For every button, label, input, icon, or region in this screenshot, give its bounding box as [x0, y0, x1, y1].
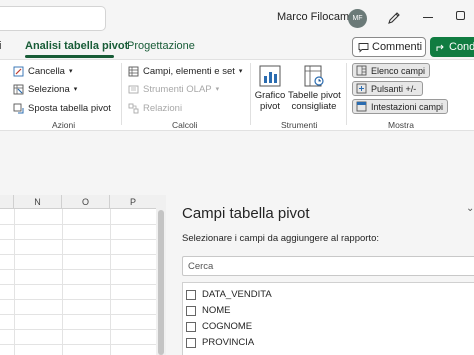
pivot-chart-label-1: Grafico	[254, 90, 286, 101]
chevron-down-icon: ▾	[238, 68, 243, 75]
pane-title: Campi tabella pivot	[182, 205, 310, 222]
select-button[interactable]: Seleziona ▾	[13, 82, 77, 96]
move-table-icon	[13, 103, 24, 114]
field-item[interactable]: NOME	[186, 305, 231, 316]
select-table-icon	[13, 84, 24, 95]
fields-items-sets-button[interactable]: Campi, elementi e set ▾	[128, 64, 242, 78]
tab-design[interactable]: Progettazione	[127, 40, 195, 52]
move-pivot-label: Sposta tabella pivot	[28, 102, 111, 114]
chevron-down-icon: ▾	[215, 86, 220, 93]
plus-minus-icon	[356, 83, 367, 94]
gridline	[0, 344, 156, 345]
fields-items-sets-label: Campi, elementi e set	[143, 65, 235, 77]
scrollbar-thumb[interactable]	[158, 210, 164, 355]
restore-button[interactable]	[456, 11, 465, 20]
field-label: NOME	[202, 305, 231, 316]
olap-tools-label: Strumenti OLAP	[143, 83, 212, 95]
pivot-chart-icon[interactable]	[258, 64, 282, 88]
chevron-down-icon[interactable]: ⌄	[466, 203, 474, 214]
pivot-chart-label-2: pivot	[259, 101, 281, 112]
user-name: Marco Filocamo	[277, 11, 356, 23]
select-label: Seleziona	[28, 83, 70, 95]
clear-label: Cancella	[28, 65, 65, 77]
field-headers-icon	[356, 101, 367, 112]
tab-pivot-analyze[interactable]: Analisi tabella pivot	[25, 40, 128, 52]
relations-button[interactable]: Relazioni	[128, 101, 182, 115]
field-checkbox[interactable]	[186, 289, 196, 300]
move-pivot-button[interactable]: Sposta tabella pivot	[13, 101, 111, 115]
group-label-tools: Strumenti	[281, 120, 318, 130]
gridline	[0, 299, 156, 300]
comments-label: Commenti	[372, 41, 423, 53]
field-headers-label: Intestazioni campi	[371, 101, 444, 112]
fields-icon	[128, 66, 139, 77]
minimize-button[interactable]	[423, 17, 433, 18]
pane-subtitle: Selezionare i campi da aggiungere al rap…	[182, 233, 379, 244]
field-label: PROVINCIA	[202, 337, 255, 348]
field-list-icon	[356, 65, 367, 76]
share-label: Cond	[449, 41, 474, 53]
active-tab-indicator	[25, 55, 114, 58]
gridline	[0, 254, 156, 255]
field-list-toggle[interactable]: Elenco campi	[352, 63, 430, 78]
recommended-label-1: Tabelle pivot	[288, 90, 341, 101]
ribbon-separator	[346, 63, 347, 125]
gridline	[14, 209, 15, 355]
gridline	[0, 329, 156, 330]
group-label-calculations: Calcoli	[172, 120, 198, 130]
gridline	[0, 284, 156, 285]
chevron-down-icon: ▾	[73, 86, 78, 93]
olap-tools-button[interactable]: Strumenti OLAP ▾	[128, 82, 219, 96]
field-label: DATA_VENDITA	[202, 289, 272, 300]
field-label: COGNOME	[202, 321, 253, 332]
share-icon	[435, 42, 446, 53]
field-item[interactable]: PROVINCIA	[186, 337, 254, 348]
comments-button[interactable]: Commenti	[352, 37, 426, 57]
gridline	[0, 314, 156, 315]
chevron-down-icon: ▾	[68, 68, 73, 75]
field-checkbox[interactable]	[186, 321, 196, 332]
gridline	[62, 209, 63, 355]
recommended-label-2: consigliate	[291, 101, 337, 112]
gridline	[0, 269, 156, 270]
group-label-show: Mostra	[388, 120, 414, 130]
field-checkbox[interactable]	[186, 337, 196, 348]
formula-area	[0, 131, 474, 157]
pen-icon[interactable]	[385, 9, 403, 27]
field-search-input[interactable]: Cerca	[182, 256, 474, 276]
clear-button[interactable]: Cancella ▾	[13, 64, 72, 78]
ribbon-separator	[121, 63, 122, 125]
eraser-icon	[13, 66, 24, 77]
relations-label: Relazioni	[143, 102, 183, 114]
comment-icon	[358, 42, 369, 53]
recommended-pivot-icon[interactable]	[302, 64, 326, 88]
field-checkbox[interactable]	[186, 305, 196, 316]
column-header-p[interactable]: P	[110, 195, 156, 209]
relations-icon	[128, 103, 139, 114]
field-headers-toggle[interactable]: Intestazioni campi	[352, 99, 448, 114]
gridline	[0, 239, 156, 240]
gridline	[110, 209, 111, 355]
search-placeholder: Cerca	[188, 260, 214, 272]
avatar[interactable]: MF	[348, 9, 367, 28]
recommended-pivot-button[interactable]: Tabelle pivot consigliate	[288, 90, 341, 112]
field-list-label: Elenco campi	[371, 65, 426, 76]
ribbon-separator	[250, 63, 251, 125]
group-label-actions: Azioni	[52, 120, 76, 130]
buttons-toggle[interactable]: Pulsanti +/-	[352, 81, 423, 96]
column-header-n[interactable]: N	[14, 195, 62, 209]
field-item[interactable]: COGNOME	[186, 321, 252, 332]
share-button[interactable]: Cond	[430, 37, 474, 57]
search-box[interactable]	[0, 6, 106, 31]
column-header-o[interactable]: O	[62, 195, 110, 209]
field-item[interactable]: DATA_VENDITA	[186, 289, 272, 300]
buttons-label: Pulsanti +/-	[371, 83, 417, 94]
sheet-gap	[0, 157, 474, 195]
olap-icon	[128, 84, 139, 95]
worksheet-grid[interactable]	[0, 195, 156, 355]
gridline	[0, 224, 156, 225]
pivot-chart-button[interactable]: Grafico pivot	[254, 90, 286, 112]
column-header-partial[interactable]	[0, 195, 14, 209]
tab-partial[interactable]: ti	[0, 40, 2, 52]
